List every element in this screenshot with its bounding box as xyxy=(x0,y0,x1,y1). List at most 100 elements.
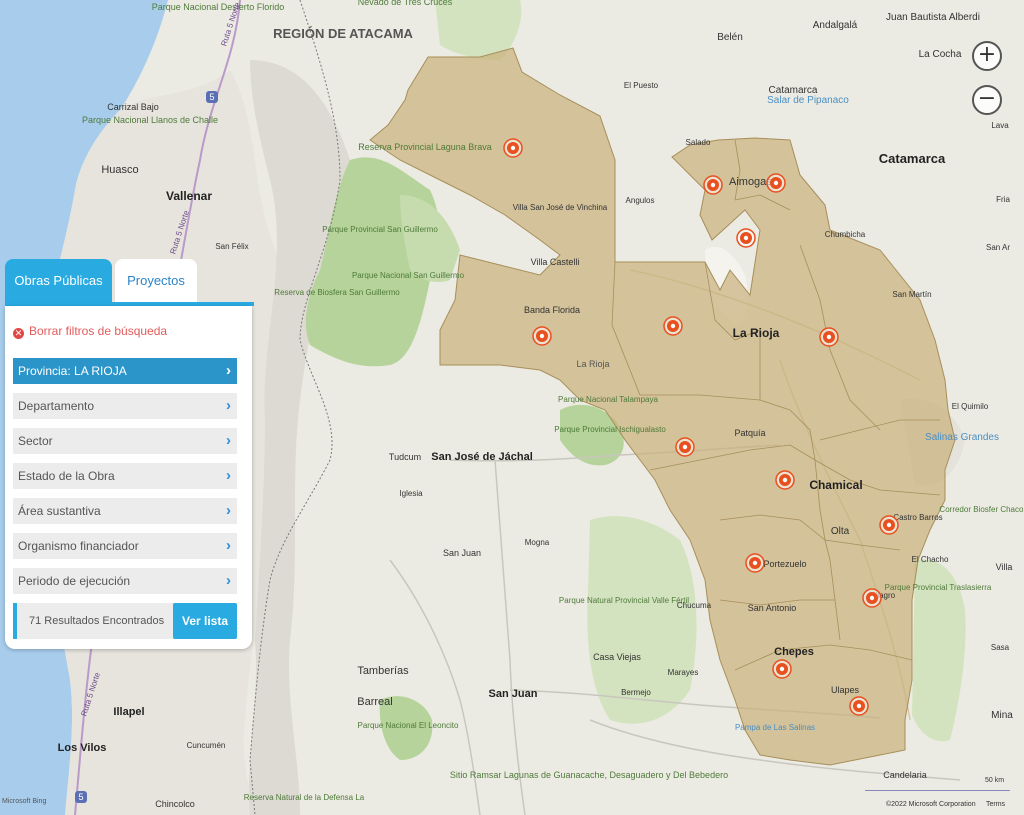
map-label: Parque Nacional Desierto Florido xyxy=(152,2,285,12)
map-label: Parque Provincial Traslasierra xyxy=(885,583,992,592)
map-label: Parque Nacional Talampaya xyxy=(558,395,658,404)
map-marker[interactable] xyxy=(766,173,786,193)
map-label: Parque Natural Provincial Valle Fértil xyxy=(559,596,689,605)
map-label: Marayes xyxy=(668,668,699,677)
tab-obras-publicas[interactable]: Obras Públicas xyxy=(5,259,112,303)
filter-area-sustantiva[interactable]: Área sustantiva › xyxy=(13,498,237,524)
map-label: Portezuelo xyxy=(763,559,806,569)
map-marker[interactable] xyxy=(819,327,839,347)
map-label: Chamical xyxy=(809,478,862,492)
map-label: Reserva Provincial Laguna Brava xyxy=(358,142,492,152)
map-label: Chumbicha xyxy=(825,230,866,239)
filter-card: ✕ Borrar filtros de búsqueda Provincia: L… xyxy=(5,306,252,649)
chevron-right-icon: › xyxy=(226,432,231,449)
map-label: Corredor Biosfer Chaco A xyxy=(939,505,1024,514)
map-marker[interactable] xyxy=(736,228,756,248)
map-label: Chucuma xyxy=(677,601,712,610)
map-label: Villa xyxy=(996,562,1013,572)
map-label: Parque Nacional Llanos de Challe xyxy=(82,115,218,125)
map-marker[interactable] xyxy=(772,659,792,679)
filter-label: Departamento xyxy=(18,399,95,413)
chevron-right-icon: › xyxy=(226,362,231,379)
filter-sector[interactable]: Sector › xyxy=(13,428,237,454)
zoom-in-button[interactable]: + xyxy=(972,41,1002,71)
map-label: Pampa de Las Salinas xyxy=(735,723,815,732)
map-label: La Rioja xyxy=(733,326,780,340)
map-label: Villa San José de Vinchina xyxy=(513,203,608,212)
zoom-out-button[interactable]: − xyxy=(972,85,1002,115)
map-label: Chincolco xyxy=(155,799,195,809)
map-label: Candelaria xyxy=(883,770,927,780)
map-label: Sitio Ramsar Lagunas de Guanacache, Desa… xyxy=(450,770,728,780)
map-label: Los Vilos xyxy=(58,742,107,754)
map-label: Olta xyxy=(831,526,850,537)
filter-label: Periodo de ejecución xyxy=(18,574,131,588)
tab-proyectos[interactable]: Proyectos xyxy=(115,259,197,303)
view-list-button[interactable]: Ver lista xyxy=(173,603,237,639)
map-label: Huasco xyxy=(101,164,138,176)
chevron-right-icon: › xyxy=(226,397,231,414)
map-marker[interactable] xyxy=(849,696,869,716)
filter-departamento[interactable]: Departamento › xyxy=(13,393,237,419)
map-marker[interactable] xyxy=(663,316,683,336)
scale-label: 50 km xyxy=(985,777,1005,784)
panel-tabs: Obras Públicas Proyectos xyxy=(5,259,254,306)
filter-periodo-ejecucion[interactable]: Periodo de ejecución › xyxy=(13,568,237,594)
map-label: Parque Nacional San Guillermo xyxy=(352,271,465,280)
map-label: El Chacho xyxy=(912,555,949,564)
results-count: 71 Resultados Encontrados xyxy=(29,615,165,627)
chevron-right-icon: › xyxy=(226,467,231,484)
bing-logo: Microsoft Bing xyxy=(2,798,47,805)
map-label: Barreal xyxy=(357,696,392,708)
map-label: Parque Nacional El Leoncito xyxy=(358,721,460,730)
map-label: Tudcum xyxy=(389,452,421,462)
map-label: Patquía xyxy=(734,428,765,438)
map-marker[interactable] xyxy=(862,588,882,608)
map-marker[interactable] xyxy=(675,437,695,457)
map-marker[interactable] xyxy=(775,470,795,490)
map-label: San Antonio xyxy=(748,603,797,613)
filter-label: Área sustantiva xyxy=(18,504,101,518)
filter-estado-obra[interactable]: Estado de la Obra › xyxy=(13,463,237,489)
filter-organismo-financiador[interactable]: Organismo financiador › xyxy=(13,533,237,559)
map-label: Lava xyxy=(991,121,1009,130)
map-label: Nevado de Tres Cruces xyxy=(358,0,453,7)
map-label: 5 xyxy=(209,92,214,102)
map-label: Mina xyxy=(991,710,1013,721)
map-label: Fria xyxy=(996,195,1010,204)
map-label: Parque Provincial San Guillermo xyxy=(322,225,438,234)
map-label: Andalgalá xyxy=(813,20,858,31)
map-marker[interactable] xyxy=(532,326,552,346)
map-marker[interactable] xyxy=(879,515,899,535)
map-label: Cuncumén xyxy=(187,741,226,750)
filter-label: Sector xyxy=(18,434,53,448)
results-bar: 71 Resultados Encontrados Ver lista xyxy=(13,603,237,639)
map-label: San Martín xyxy=(892,290,931,299)
map-label: El Quimilo xyxy=(952,402,989,411)
map-marker[interactable] xyxy=(745,553,765,573)
map-label: Chepes xyxy=(774,646,814,658)
map-label: San Juan xyxy=(489,688,538,700)
map-label: Casa Viejas xyxy=(593,652,641,662)
filter-label: Organismo financiador xyxy=(18,539,139,553)
map-label: Reserva Natural de la Defensa La xyxy=(244,793,365,802)
chevron-right-icon: › xyxy=(226,572,231,589)
map-label: Parque Provincial Ischigualasto xyxy=(554,425,666,434)
terms-link[interactable]: Terms xyxy=(986,801,1005,808)
map-label: Salinas Grandes xyxy=(925,432,999,443)
map-label: Belén xyxy=(717,32,743,43)
filter-provincia[interactable]: Provincia: LA RIOJA › xyxy=(13,358,237,384)
map-label: Bermejo xyxy=(621,688,651,697)
map-label: San Félix xyxy=(215,242,248,251)
chevron-right-icon: › xyxy=(226,537,231,554)
map-marker[interactable] xyxy=(703,175,723,195)
map-label: Salar de Pipanaco xyxy=(767,95,849,106)
clear-icon: ✕ xyxy=(13,328,24,339)
map-label: REGIÓN DE ATACAMA xyxy=(273,26,413,41)
map-label: Catamarca xyxy=(879,151,946,166)
map-label: Castro Barros xyxy=(893,513,942,522)
map-marker[interactable] xyxy=(503,138,523,158)
map-label: La Rioja xyxy=(576,359,609,369)
clear-filters-link[interactable]: ✕ Borrar filtros de búsqueda xyxy=(13,324,167,339)
map-label: 5 xyxy=(78,792,83,802)
